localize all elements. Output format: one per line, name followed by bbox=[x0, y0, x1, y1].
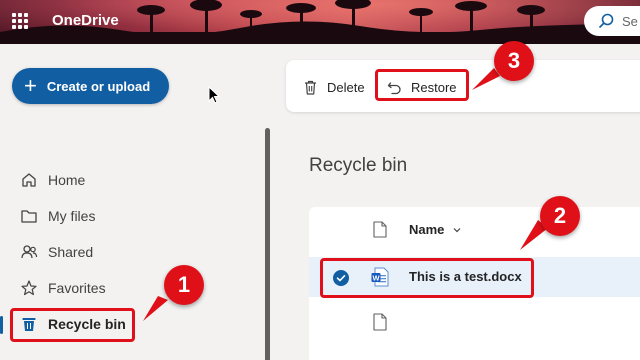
delete-button[interactable]: Delete bbox=[302, 76, 365, 98]
folder-icon bbox=[21, 210, 37, 223]
search-box[interactable]: Se bbox=[584, 6, 640, 36]
chevron-down-icon bbox=[453, 227, 461, 232]
star-icon bbox=[21, 280, 37, 296]
sidebar-item-label: Home bbox=[48, 172, 86, 188]
people-icon bbox=[21, 245, 38, 259]
step-badge-1: 1 bbox=[164, 265, 204, 305]
file-icon bbox=[373, 313, 387, 331]
delete-label: Delete bbox=[327, 79, 365, 95]
column-header-name-label: Name bbox=[409, 222, 445, 237]
column-header-name[interactable]: Name bbox=[409, 222, 464, 237]
sidebar-item-my-files[interactable]: My files bbox=[20, 204, 240, 228]
sidebar-item-label: Shared bbox=[48, 244, 94, 260]
sidebar-item-home[interactable]: Home bbox=[20, 168, 240, 192]
sidebar-item-favorites[interactable]: Favorites bbox=[20, 276, 240, 300]
search-placeholder: Se bbox=[622, 13, 638, 29]
app-launcher-icon[interactable] bbox=[12, 13, 28, 29]
create-or-upload-label: Create or upload bbox=[46, 78, 151, 94]
sidebar-item-shared[interactable]: Shared bbox=[20, 240, 240, 264]
active-nav-indicator bbox=[0, 316, 3, 334]
mouse-cursor-icon bbox=[208, 86, 220, 104]
app-brand[interactable]: OneDrive bbox=[52, 12, 119, 29]
highlight-file-row bbox=[320, 258, 534, 298]
app-header: OneDrive Se bbox=[0, 0, 640, 44]
list-header: Name bbox=[309, 207, 640, 253]
file-row[interactable] bbox=[309, 303, 640, 343]
plus-icon: + bbox=[24, 73, 37, 98]
highlight-restore-button bbox=[375, 69, 469, 101]
sidebar-item-label: Favorites bbox=[48, 280, 106, 296]
step-badge-3: 3 bbox=[494, 41, 534, 81]
highlight-recycle-bin bbox=[10, 308, 135, 342]
trash-icon bbox=[305, 80, 316, 95]
create-or-upload-button[interactable]: + Create or upload bbox=[12, 68, 169, 104]
sidebar-item-label: My files bbox=[48, 208, 96, 224]
home-icon bbox=[22, 173, 36, 187]
file-type-icon bbox=[373, 221, 387, 238]
search-icon bbox=[598, 13, 614, 29]
step-badge-2: 2 bbox=[540, 196, 580, 236]
pane-splitter[interactable] bbox=[265, 128, 270, 360]
page-title: Recycle bin bbox=[309, 155, 408, 176]
